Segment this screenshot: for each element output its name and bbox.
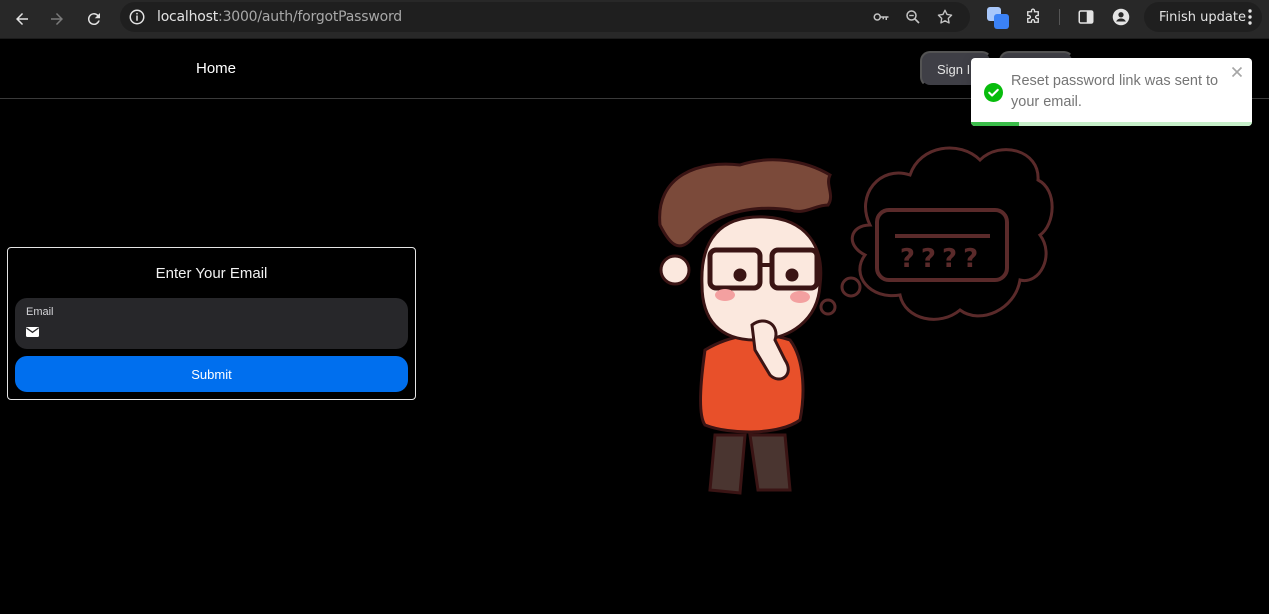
password-key-icon[interactable] [872, 8, 890, 26]
extension-app-icon[interactable] [986, 6, 1010, 30]
url-text[interactable]: localhost:3000/auth/forgotPassword [157, 9, 402, 25]
back-arrow-icon [16, 13, 28, 25]
success-check-icon [984, 83, 1003, 102]
reload-icon [87, 13, 100, 26]
forgot-password-form: Enter Your Email Email Submit [7, 247, 416, 400]
close-icon[interactable] [1231, 66, 1243, 78]
zoom-icon[interactable] [904, 8, 922, 26]
toast-progress-bar [971, 122, 1019, 126]
url-host: localhost [157, 9, 219, 25]
finish-update-button[interactable]: Finish update [1144, 2, 1262, 32]
side-panel-icon[interactable] [1077, 8, 1095, 26]
thought-bubble: ???? [819, 146, 1054, 321]
thought-text: ???? [900, 244, 984, 274]
bookmark-star-icon[interactable] [936, 8, 954, 26]
address-bar[interactable]: localhost:3000/auth/forgotPassword [120, 2, 970, 32]
more-vert-icon [1248, 9, 1252, 25]
nav-home-link[interactable]: Home [196, 60, 236, 77]
reload-button[interactable] [79, 4, 109, 34]
site-info-icon[interactable] [128, 8, 146, 26]
form-title: Enter Your Email [155, 265, 268, 282]
toast-progress-track [971, 122, 1252, 126]
back-button[interactable] [7, 4, 37, 34]
puzzle-extensions-icon[interactable] [1024, 8, 1042, 26]
forward-arrow-icon [51, 13, 63, 25]
forward-button[interactable] [42, 4, 72, 34]
confused-person-illustration: ???? [658, 146, 1054, 495]
email-label: Email [26, 306, 54, 318]
person [658, 158, 833, 495]
url-path: :3000/auth/forgotPassword [218, 9, 402, 25]
toolbar-separator [1059, 9, 1060, 25]
finish-update-label: Finish update [1159, 9, 1246, 25]
email-input[interactable] [47, 323, 397, 341]
profile-icon[interactable] [1112, 8, 1130, 26]
browser-toolbar: localhost:3000/auth/forgotPassword Finis… [0, 0, 1269, 39]
submit-button[interactable]: Submit [15, 356, 408, 392]
toast-message: Reset password link was sent to your ema… [1011, 73, 1219, 110]
email-field[interactable]: Email [15, 298, 408, 349]
envelope-icon [26, 327, 39, 337]
success-toast: Reset password link was sent to your ema… [971, 58, 1252, 126]
